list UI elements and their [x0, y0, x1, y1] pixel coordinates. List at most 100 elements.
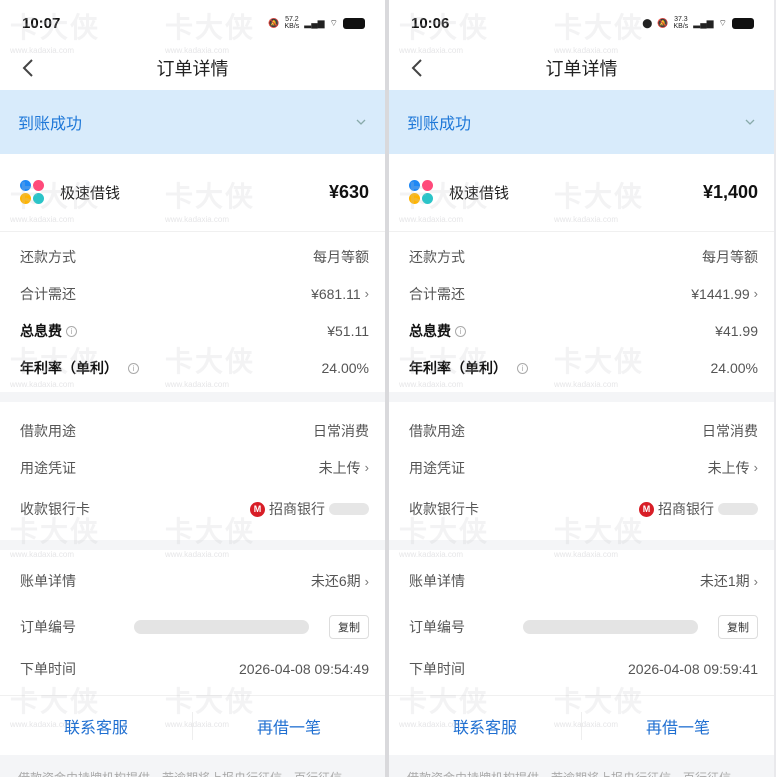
- loan-purpose-card: 借款用途 日常消费 用途凭证 未上传 › 收款银行卡 M 招商银行: [0, 402, 385, 540]
- footer-disclaimer: 借款资金由持牌机构提供，若逾期将上报央行征信、百行征信: [389, 755, 774, 777]
- order-no-label: 订单编号: [409, 619, 465, 635]
- order-number-row: 订单编号 复制: [389, 604, 774, 650]
- chevron-down-icon[interactable]: [355, 118, 367, 126]
- bill-detail-row[interactable]: 账单详情 未还6期 ›: [0, 558, 385, 604]
- total-due-value: ¥1441.99: [691, 285, 750, 302]
- bill-detail-row[interactable]: 账单详情 未还1期 ›: [389, 558, 774, 604]
- phone-screen-left: 10:07 🔕 57.2 KB/s ▂▄▆ ⌔ 订单详情 到账成功 极速借钱 ¥…: [0, 0, 385, 777]
- purpose-label: 借款用途: [20, 422, 76, 439]
- order-time-value: 2026-04-08 09:54:49: [239, 660, 369, 677]
- page-title: 订单详情: [545, 59, 618, 79]
- product-row: 极速借钱 ¥630: [0, 154, 385, 232]
- loan-amount: ¥630: [328, 182, 369, 202]
- order-time-label: 下单时间: [20, 660, 76, 677]
- signal-icon: ▂▄▆: [693, 17, 714, 28]
- order-info-card: 账单详情 未还6期 › 订单编号 复制 下单时间 2026-04-08 09:54…: [0, 550, 385, 695]
- order-status: 到账成功: [18, 116, 83, 133]
- arrow-right-icon: ›: [753, 460, 758, 475]
- arrow-right-icon: ›: [753, 573, 758, 589]
- voucher-row[interactable]: 用途凭证 未上传 ›: [0, 449, 385, 486]
- status-bar: 10:06 ⬤ 🔕 37.3 KB/s ▂▄▆ ⌔: [389, 0, 774, 46]
- chevron-down-icon[interactable]: [744, 118, 756, 126]
- order-status-banner[interactable]: 到账成功: [389, 90, 774, 154]
- purpose-value: 日常消费: [702, 422, 758, 439]
- contact-service-button[interactable]: 联系客服: [389, 714, 581, 738]
- product-logo-icon: [20, 179, 46, 206]
- loan-amount: ¥1,400: [702, 182, 758, 202]
- order-time-label: 下单时间: [409, 660, 465, 677]
- copy-button[interactable]: 复制: [718, 615, 758, 639]
- bank-label: 收款银行卡: [409, 501, 479, 517]
- footer-disclaimer: 借款资金由持牌机构提供，若逾期将上报央行征信、百行征信: [0, 755, 385, 777]
- reborrow-button[interactable]: 再借一笔: [582, 714, 774, 738]
- bill-label: 账单详情: [20, 573, 76, 589]
- order-info-card: 账单详情 未还1期 › 订单编号 复制 下单时间 2026-04-08 09:59…: [389, 550, 774, 695]
- net-speed: 57.2 KB/s: [284, 16, 300, 30]
- copy-button[interactable]: 复制: [329, 615, 369, 639]
- repay-method-label: 还款方式: [20, 248, 76, 265]
- back-icon[interactable]: [407, 56, 429, 80]
- mute-icon: 🔕: [657, 17, 669, 28]
- total-due-row[interactable]: 合计需还 ¥1441.99 ›: [389, 275, 774, 312]
- bill-value: 未还6期: [310, 573, 361, 589]
- status-time: 10:07: [22, 14, 61, 32]
- battery-icon: [732, 17, 754, 29]
- apr-label: 年利率（单利）: [20, 359, 118, 376]
- info-icon[interactable]: i: [455, 326, 466, 338]
- order-time-row: 下单时间 2026-04-08 09:54:49: [0, 650, 385, 687]
- total-due-row[interactable]: 合计需还 ¥681.11 ›: [0, 275, 385, 312]
- total-interest-label: 总息费: [409, 322, 451, 339]
- total-interest-value: ¥51.11: [327, 322, 369, 339]
- battery-icon: [343, 17, 365, 29]
- total-due-value: ¥681.11: [311, 285, 361, 302]
- info-icon[interactable]: i: [517, 363, 528, 375]
- purpose-value: 日常消费: [313, 422, 369, 439]
- redacted-order-number: [523, 620, 698, 634]
- product-name: 极速借钱: [60, 185, 121, 202]
- status-icons: 🔕 57.2 KB/s ▂▄▆ ⌔: [268, 16, 365, 30]
- cmb-bank-icon: M: [250, 501, 265, 517]
- arrow-right-icon: ›: [364, 286, 369, 301]
- order-time-row: 下单时间 2026-04-08 09:59:41: [389, 650, 774, 687]
- repay-method-row: 还款方式 每月等额: [0, 238, 385, 275]
- nav-bar: 订单详情: [0, 46, 385, 90]
- order-status-banner[interactable]: 到账成功: [0, 90, 385, 154]
- status-bar: 10:07 🔕 57.2 KB/s ▂▄▆ ⌔: [0, 0, 385, 46]
- comparison-screenshot: 10:07 🔕 57.2 KB/s ▂▄▆ ⌔ 订单详情 到账成功 极速借钱 ¥…: [0, 0, 776, 777]
- location-icon: ⬤: [642, 17, 653, 28]
- info-icon[interactable]: i: [66, 326, 77, 338]
- reborrow-button[interactable]: 再借一笔: [193, 714, 385, 738]
- repay-method-label: 还款方式: [409, 248, 465, 265]
- arrow-right-icon: ›: [364, 573, 369, 589]
- action-bar: 联系客服 再借一笔: [389, 695, 774, 755]
- loan-summary-card: 极速借钱 ¥630 还款方式 每月等额 合计需还 ¥681.11 › 总息费 i ¥…: [0, 154, 385, 392]
- contact-service-button[interactable]: 联系客服: [0, 714, 192, 738]
- bank-name: 招商银行: [658, 501, 714, 517]
- info-icon[interactable]: i: [128, 363, 139, 375]
- voucher-row[interactable]: 用途凭证 未上传 ›: [389, 449, 774, 486]
- product-row: 极速借钱 ¥1,400: [389, 154, 774, 232]
- page-title: 订单详情: [156, 59, 229, 79]
- wifi-icon: ⌔: [329, 17, 338, 28]
- order-no-label: 订单编号: [20, 619, 76, 635]
- action-bar: 联系客服 再借一笔: [0, 695, 385, 755]
- total-due-label: 合计需还: [409, 285, 465, 302]
- loan-summary-card: 极速借钱 ¥1,400 还款方式 每月等额 合计需还 ¥1441.99 › 总息费…: [389, 154, 774, 392]
- product-name: 极速借钱: [449, 185, 510, 202]
- total-interest-row: 总息费 i ¥51.11: [0, 312, 385, 349]
- arrow-right-icon: ›: [364, 460, 369, 475]
- redacted-card-number: [718, 503, 758, 515]
- apr-label: 年利率（单利）: [409, 359, 507, 376]
- nav-bar: 订单详情: [389, 46, 774, 90]
- arrow-right-icon: ›: [753, 286, 758, 301]
- bill-label: 账单详情: [409, 573, 465, 589]
- repay-method-row: 还款方式 每月等额: [389, 238, 774, 275]
- status-icons: ⬤ 🔕 37.3 KB/s ▂▄▆ ⌔: [642, 16, 754, 30]
- total-due-label: 合计需还: [20, 285, 76, 302]
- back-icon[interactable]: [18, 56, 40, 80]
- voucher-label: 用途凭证: [20, 459, 76, 476]
- purpose-row: 借款用途 日常消费: [389, 412, 774, 449]
- redacted-order-number: [134, 620, 309, 634]
- total-interest-label: 总息费: [20, 322, 62, 339]
- product-logo-icon: [409, 179, 435, 206]
